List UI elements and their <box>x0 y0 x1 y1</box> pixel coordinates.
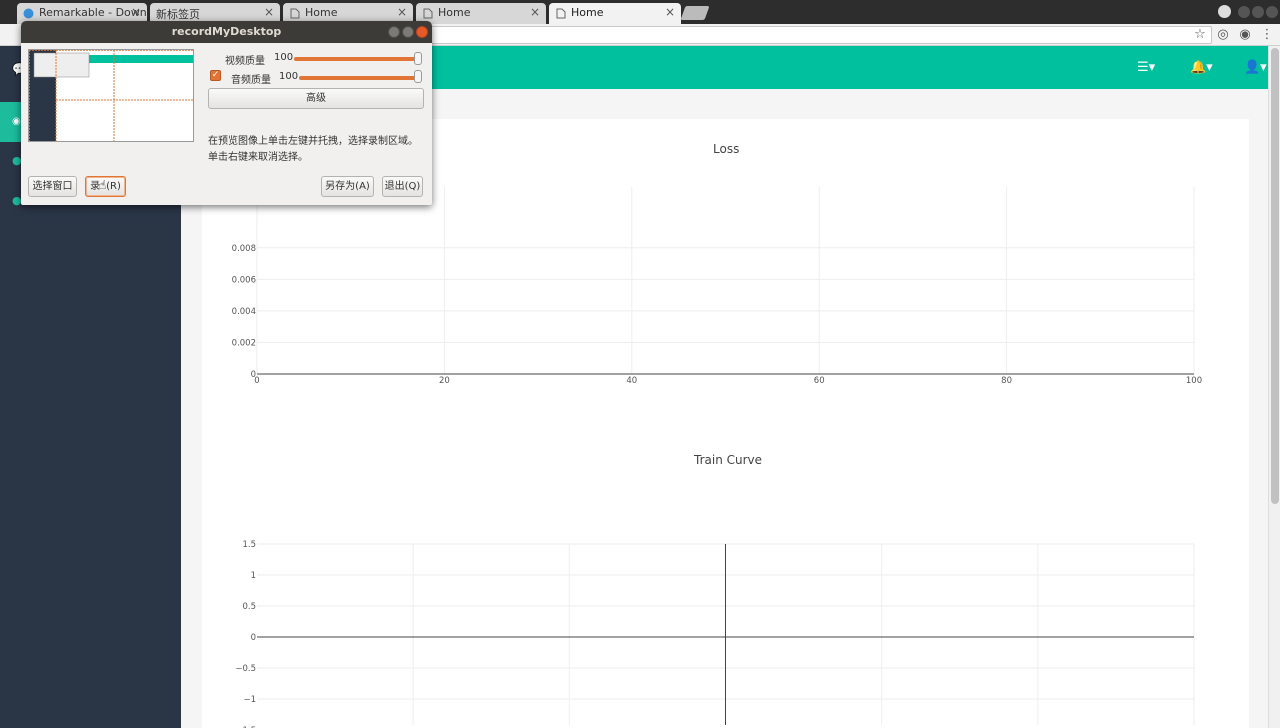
video-quality-slider[interactable] <box>294 57 418 61</box>
extension-icon-2[interactable]: ◉ <box>1237 27 1253 42</box>
audio-quality-label: 音频质量 <box>231 75 271 86</box>
close-icon[interactable] <box>416 26 428 38</box>
page-icon <box>555 8 566 19</box>
video-quality-label: 视频质量 <box>225 56 265 67</box>
tab-label: 新标签页 <box>156 8 200 21</box>
address-bar[interactable]: ☆ <box>430 26 1212 44</box>
y-tick-label: 0 <box>251 370 256 380</box>
star-icon[interactable]: ☆ <box>1192 27 1208 42</box>
minimize-icon[interactable] <box>388 26 400 38</box>
x-tick-label: 20 <box>439 376 450 386</box>
video-quality-value: 100 <box>274 52 294 63</box>
audio-quality-slider-knob[interactable] <box>414 70 422 83</box>
x-tick-label: 80 <box>1001 376 1012 386</box>
record-shortcut: (R) <box>106 181 121 192</box>
account-icon[interactable] <box>1218 5 1231 18</box>
dialog-title: recordMyDesktop <box>21 21 432 43</box>
maximize-icon[interactable] <box>402 26 414 38</box>
new-tab-button[interactable] <box>680 6 710 20</box>
minimize-window-icon[interactable] <box>1238 6 1250 18</box>
close-icon[interactable]: × <box>665 5 675 19</box>
y-tick-label: 0.004 <box>232 307 256 317</box>
page-icon <box>422 8 433 19</box>
save-as-button[interactable]: 另存为(A) <box>321 176 374 197</box>
tasks-icon[interactable]: ☰▾ <box>1137 60 1155 75</box>
y-tick-label: −0.5 <box>235 664 256 674</box>
scrollbar-thumb[interactable] <box>1271 48 1279 504</box>
bell-icon[interactable]: 🔔▾ <box>1190 60 1213 75</box>
audio-quality-slider[interactable] <box>299 76 418 80</box>
tab-home-active[interactable]: Home × <box>549 3 681 24</box>
audio-checkbox[interactable]: ✓ <box>210 70 221 81</box>
y-tick-label: 0.002 <box>232 338 256 348</box>
select-window-button[interactable]: 选择窗口 <box>28 176 77 197</box>
y-tick-label: 0.006 <box>232 275 256 285</box>
close-icon[interactable]: × <box>530 5 540 19</box>
hand-cursor-icon: ☝ <box>99 178 107 192</box>
y-tick-label: 0 <box>251 633 256 643</box>
video-quality-slider-knob[interactable] <box>414 52 422 65</box>
close-icon[interactable]: × <box>264 5 274 19</box>
page-scrollbar[interactable] <box>1268 46 1280 728</box>
close-icon[interactable]: × <box>131 5 141 19</box>
instructions-line-2: 单击右键来取消选择。 <box>208 152 308 163</box>
instructions-line-1: 在预览图像上单击左键并托拽，选择录制区域。 <box>208 136 418 147</box>
y-tick-label: 1.5 <box>242 540 256 550</box>
y-tick-label: 0.008 <box>232 244 256 254</box>
train-curve-chart: −1.5−1−0.500.511.51.510.50−0.5−1−1.5 <box>235 540 1195 728</box>
y-tick-label: −1 <box>243 695 256 705</box>
close-icon[interactable]: × <box>397 5 407 19</box>
audio-quality-value: 100 <box>279 71 299 82</box>
desktop-preview[interactable] <box>28 49 194 142</box>
tab-home-2[interactable]: Home × <box>416 3 546 24</box>
y-tick-label: 0.5 <box>242 602 256 612</box>
maximize-window-icon[interactable] <box>1252 6 1264 18</box>
dashboard-icon: ◉ <box>12 116 21 127</box>
x-tick-label: 60 <box>814 376 825 386</box>
advanced-button[interactable]: 高级 <box>208 88 424 109</box>
x-tick-label: 100 <box>1186 376 1202 386</box>
recordmydesktop-dialog: recordMyDesktop 视频质量 100 ✓ 音频质量 100 高级 在… <box>21 21 432 205</box>
remarkable-icon <box>23 8 34 19</box>
content-panel: Loss 0 20 40 60 80 100 0 0.002 0.004 0.006 0.008 T… <box>202 119 1249 728</box>
tab-label: Home <box>571 6 604 19</box>
extension-icon[interactable]: ◎ <box>1215 27 1231 42</box>
user-icon[interactable]: 👤▾ <box>1244 60 1267 75</box>
tab-label: Home <box>438 6 471 19</box>
x-tick-label: 40 <box>626 376 637 386</box>
close-window-icon[interactable] <box>1266 6 1278 18</box>
tab-label: Home <box>305 6 338 19</box>
y-tick-label: 1 <box>251 571 256 581</box>
page-icon <box>289 8 300 19</box>
quit-button[interactable]: 退出(Q) <box>382 176 423 197</box>
menu-icon[interactable]: ⋮ <box>1259 27 1275 42</box>
